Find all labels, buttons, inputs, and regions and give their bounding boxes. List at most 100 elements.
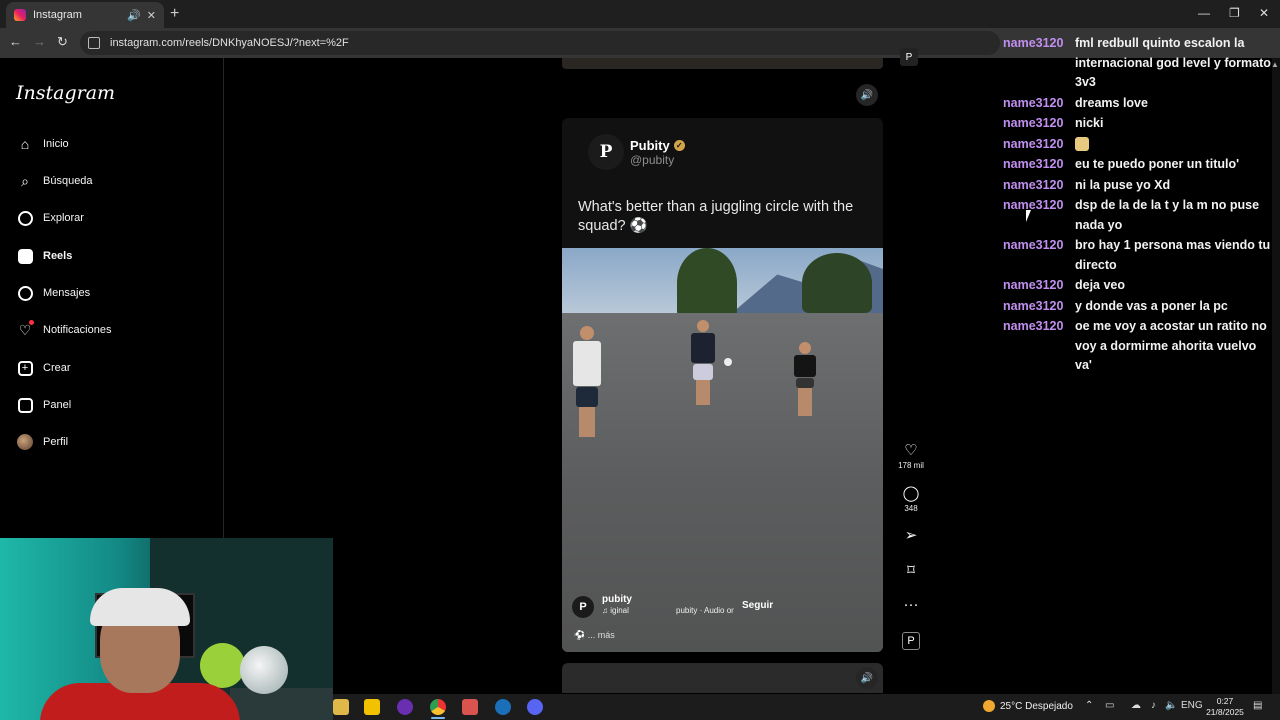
sidebar-item-explorar[interactable]: Explorar [16,206,84,230]
discord-icon[interactable] [527,699,543,715]
audio-source-button[interactable]: P [896,632,926,650]
post-avatar[interactable]: P [588,134,624,170]
comment-count: 348 [904,504,918,513]
share-button[interactable]: ➢ [896,527,926,545]
chat-username: name3120 [1003,298,1064,313]
verified-badge-icon: ✓ [673,139,685,151]
pubity-logo-icon: P [902,632,920,650]
next-post-preview [562,663,883,693]
instagram-logo[interactable]: Instagram [16,82,115,104]
post-header: P Pubity ✓ @pubity [588,134,685,170]
like-button[interactable]: ♡ 178 mil [896,442,926,470]
chat-username: name3120 [1003,319,1064,333]
language-indicator[interactable]: ENG [1181,700,1203,711]
player-figure [686,320,720,405]
chat-message: name3120 fml redbull quinto escalon la i… [1003,34,1273,93]
ellipsis-icon: ··· [903,596,919,613]
mouse-cursor-icon [1026,210,1031,222]
sidebar-item-panel[interactable]: Panel [16,393,71,417]
sidebar-item-label: Inicio [43,138,69,150]
tab-close-icon[interactable]: ✕ [147,9,156,22]
chat-text: oe me voy a acostar un ratito no voy a d… [1075,319,1267,372]
sidebar-item-busqueda[interactable]: ⌕ Búsqueda [16,169,92,193]
sidebar-item-inicio[interactable]: ⌂ Inicio [16,132,69,156]
sidebar-item-label: Perfil [43,436,69,448]
chat-text [1075,135,1273,155]
more-options-button[interactable]: ··· [896,596,926,614]
chat-username: name3120 [1003,136,1064,151]
messenger-icon [16,284,34,302]
chat-username: name3120 [1003,198,1064,212]
clock-date: 21/8/2025 [1206,707,1244,717]
chart-icon [16,396,34,414]
follow-button[interactable]: Seguir [742,600,773,611]
notification-dot [29,320,34,325]
clock[interactable]: 0:27 21/8/2025 [1205,696,1245,718]
microphone-icon[interactable]: ♪ [1151,700,1156,711]
app-icon[interactable] [397,699,413,715]
browser-tab[interactable]: Instagram 🔊 ✕ [6,2,164,28]
volume-icon[interactable]: 🔊 [856,667,878,689]
minimize-button[interactable]: — [1198,6,1210,20]
sidebar-item-perfil[interactable]: Perfil [16,430,68,454]
app-icon[interactable] [462,699,478,715]
reel-video[interactable]: P pubity ♫ iginal pubity · Audio or Segu… [562,248,883,652]
reel-audio-label[interactable]: ♫ iginal [602,606,629,615]
address-bar[interactable]: instagram.com/reels/DNKhyaNOESJ/?next=%2… [80,31,1000,55]
caption-more-link[interactable]: ⚽ ... más [574,630,615,641]
chat-message: name3120 bro hay 1 persona mas viendo tu… [1003,236,1273,275]
reel-username[interactable]: pubity [602,594,632,605]
volume-tray-icon[interactable]: 🔈 [1165,700,1177,711]
chat-text: ni la puse yo Xd [1075,177,1171,192]
network-icon[interactable]: ▭ [1105,700,1114,711]
sun-icon [983,700,995,712]
sidebar-item-notificaciones[interactable]: ♡ Notificaciones [16,318,111,342]
instagram-sidebar: Instagram ⌂ Inicio ⌕ Búsqueda Explorar R… [0,58,224,538]
sticky-notes-icon[interactable] [364,699,380,715]
back-button[interactable]: ← [9,34,22,49]
sidebar-item-label: Panel [43,399,72,411]
weather-widget[interactable]: 25°C Despejado [983,700,1073,712]
like-count: 178 mil [898,461,924,470]
speaker-icon[interactable]: 🔊 [127,9,141,22]
chevron-up-icon[interactable]: ⌃ [1085,700,1093,711]
chat-username: name3120 [1003,36,1064,50]
bookmark-icon: ⌑ [907,562,915,579]
chat-message: name3120 eu te puedo poner un titulo' [1003,155,1273,175]
comment-icon: ◯ [902,485,920,502]
reel-audio-track[interactable]: pubity · Audio or [676,606,734,615]
ball-decoration [240,646,288,694]
volume-icon[interactable]: 🔊 [856,84,878,106]
sidebar-item-mensajes[interactable]: Mensajes [16,281,90,305]
close-window-button[interactable]: ✕ [1259,6,1269,20]
plus-square-icon: + [16,359,34,377]
reload-button[interactable]: ↻ [57,34,68,50]
sidebar-item-crear[interactable]: + Crear [16,356,71,380]
instagram-favicon-icon [14,9,26,21]
chat-text: eu te puedo poner un titulo' [1075,157,1240,171]
restore-button[interactable]: ❐ [1229,6,1240,20]
notifications-icon[interactable]: ▤ [1253,700,1262,711]
sidebar-item-reels[interactable]: Reels [16,244,72,268]
chat-text: deja veo [1075,278,1126,292]
file-explorer-icon[interactable] [333,699,349,715]
new-tab-button[interactable]: + [170,5,179,23]
comment-button[interactable]: ◯ 348 [896,485,926,513]
reel-avatar[interactable]: P [572,596,594,618]
forward-button[interactable]: → [33,34,46,49]
steam-icon[interactable] [495,699,511,715]
pubity-logo-icon: P [900,48,918,66]
site-settings-icon[interactable] [88,37,100,49]
sidebar-item-label: Reels [43,250,73,262]
chat-username: name3120 [1003,116,1064,130]
chat-username: name3120 [1003,238,1064,252]
chat-text: nicki [1075,116,1104,130]
stream-chat: name3120 fml redbull quinto escalon la i… [1003,34,1273,377]
post-author-name[interactable]: Pubity ✓ [630,138,685,153]
cloud-icon[interactable]: ☁ [1131,700,1141,711]
chat-message: name3120 ni la puse yo Xd [1003,176,1273,196]
save-button[interactable]: ⌑ [896,562,926,580]
chrome-icon[interactable] [430,699,446,715]
chat-text: y donde vas a poner la pc [1075,298,1228,313]
scrollbar[interactable] [1272,58,1280,694]
